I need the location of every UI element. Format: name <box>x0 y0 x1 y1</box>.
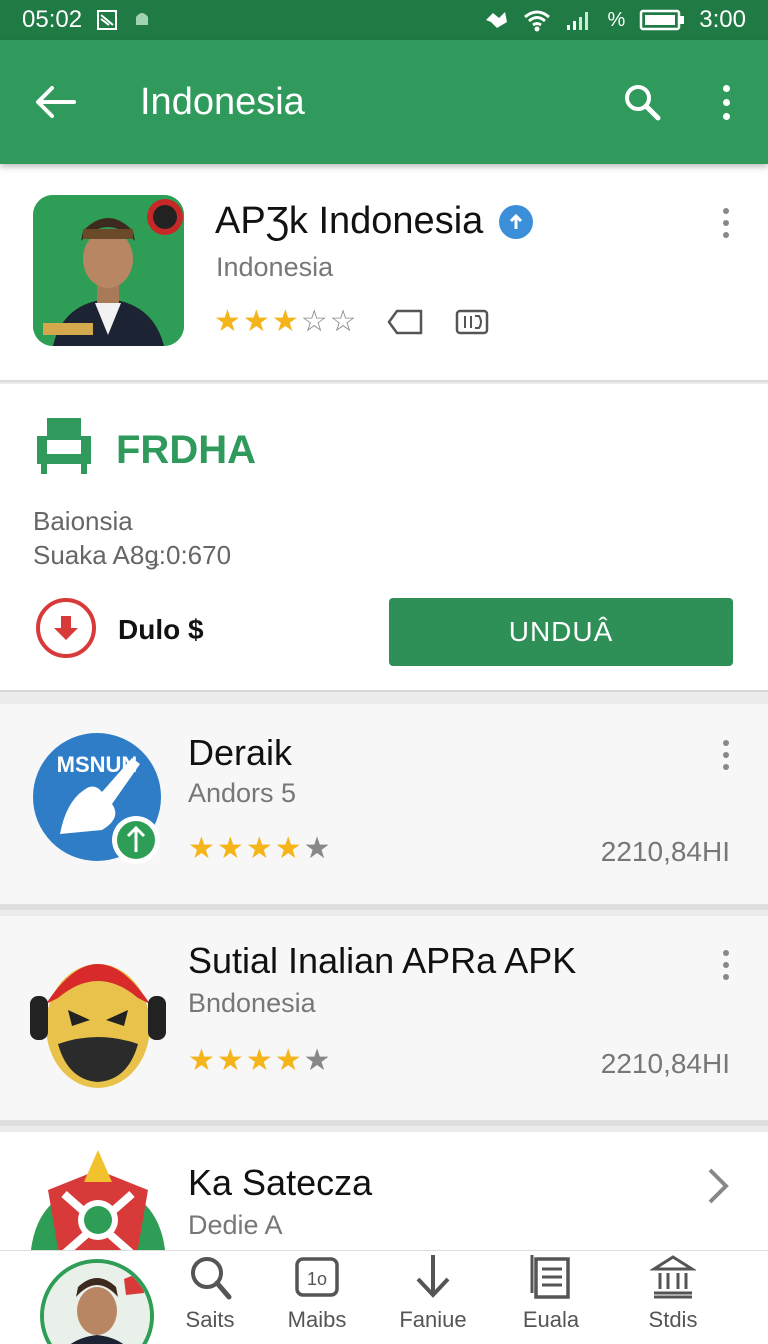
nav-label: Maibs <box>287 1307 347 1332</box>
percent-icon: % <box>607 8 626 31</box>
nav-label: Saits <box>185 1307 235 1332</box>
more-vertical-icon <box>714 84 738 120</box>
signal-icon <box>565 9 593 31</box>
download-card: FRDHA Baionsia Suaka A8ǥ:0:670 Dulo $ UN… <box>0 384 768 692</box>
profile-avatar[interactable] <box>40 1259 154 1344</box>
app-icon[interactable] <box>33 195 184 346</box>
app-bar: Indonesia <box>0 40 768 164</box>
star-empty-icon: ★ <box>303 832 331 865</box>
list-item-rating: ★ ★ ★ ★ ★ <box>188 1046 331 1076</box>
download-count: 2210,84HI <box>600 836 730 867</box>
nav-item-faniue[interactable]: Faniue <box>378 1251 488 1344</box>
item-more-button[interactable] <box>714 950 738 980</box>
app-name: APƷk Indonesia <box>215 200 484 242</box>
nav-item-euala[interactable]: Euala <box>496 1251 606 1344</box>
star-empty-icon: ★ <box>303 1044 331 1077</box>
app-header-card: APƷk Indonesia Indonesia ★ ★ ★ ☆ ☆ <box>0 164 768 382</box>
verified-badge-icon <box>499 204 534 239</box>
back-button[interactable] <box>0 40 112 164</box>
star-half-icon: ☆ <box>300 305 328 338</box>
star-icon: ★ <box>274 832 302 865</box>
download-button[interactable]: UNDUÂ <box>389 598 733 666</box>
nav-item-saits[interactable]: Saits <box>155 1251 265 1344</box>
bank-icon <box>650 1255 696 1299</box>
chair-icon <box>33 414 95 481</box>
list-item-subtitle: Andors 5 <box>188 778 297 808</box>
star-icon: ★ <box>245 1044 273 1077</box>
list-item-title: Sutial Inalian APRa APK <box>188 940 577 981</box>
download-arrow-icon[interactable] <box>36 598 96 658</box>
star-icon: ★ <box>214 305 241 338</box>
list-item-title: Ka Satecza <box>188 1162 373 1203</box>
app-icon: MSNUN <box>32 732 162 864</box>
list-item[interactable]: Sutial Inalian APRa APK Bndonesia ★ ★ ★ … <box>0 916 768 1126</box>
info-line-1: Baionsia <box>33 506 133 536</box>
star-icon: ★ <box>274 1044 302 1077</box>
header-rating: ★ ★ ★ ☆ ☆ <box>214 307 357 337</box>
nav-label: Euala <box>522 1307 580 1332</box>
download-arrow-icon <box>416 1255 450 1298</box>
bluetooth-icon <box>483 8 509 32</box>
arrow-left-icon <box>36 86 76 118</box>
list-item-rating: ★ ★ ★ ★ ★ <box>188 834 331 864</box>
status-time-right: 3:00 <box>699 6 746 33</box>
list-item[interactable]: Ka Satecza Dedie A <box>0 1132 768 1262</box>
list-icon <box>530 1255 570 1299</box>
svg-text:1o: 1o <box>307 1269 327 1289</box>
list-item-subtitle: Dedie A <box>188 1210 283 1240</box>
list-item-subtitle: Bndonesia <box>188 988 316 1018</box>
notification-icon <box>96 9 118 31</box>
nav-label: Stdis <box>648 1307 698 1332</box>
info-line-2: Suaka A8ǥ:0:670 <box>33 540 232 570</box>
overflow-menu-button[interactable] <box>684 40 768 164</box>
list-item[interactable]: MSNUN Deraik Andors 5 ★ ★ ★ ★ ★ 2210,84H… <box>0 704 768 910</box>
app-icon <box>28 934 168 1094</box>
tag-icon <box>386 308 425 336</box>
star-icon: ★ <box>245 832 273 865</box>
page-title: Indonesia <box>140 80 305 123</box>
brand-title: FRDHA <box>116 428 256 472</box>
search-button[interactable] <box>600 40 684 164</box>
wifi-icon <box>523 8 551 32</box>
status-bar: 05:02 % 3:00 <box>0 0 768 40</box>
android-icon <box>132 9 152 31</box>
bottom-navigation: Saits 1o Maibs Faniue Euala Stdis <box>0 1250 768 1344</box>
app-subtitle: Indonesia <box>216 252 334 282</box>
content-rating-icon <box>455 308 489 336</box>
price-label: Dulo $ <box>118 614 204 645</box>
star-icon: ★ <box>242 305 270 338</box>
search-icon <box>625 85 661 121</box>
star-icon: ★ <box>216 832 244 865</box>
star-icon: ★ <box>188 1044 215 1077</box>
download-count: 2210,84HI <box>600 1048 730 1079</box>
star-icon: ★ <box>271 305 299 338</box>
header-more-button[interactable] <box>714 208 738 238</box>
star-icon: ★ <box>216 1044 244 1077</box>
star-empty-icon: ☆ <box>329 305 357 338</box>
nav-label: Faniue <box>399 1307 467 1332</box>
search-icon <box>191 1257 232 1300</box>
nav-item-maibs[interactable]: 1o Maibs <box>262 1251 372 1344</box>
status-time-left: 05:02 <box>22 6 83 33</box>
battery-icon <box>639 8 685 32</box>
nav-item-stdis[interactable]: Stdis <box>618 1251 728 1344</box>
app-icon <box>28 1150 168 1260</box>
item-more-button[interactable] <box>714 740 738 770</box>
list-item-title: Deraik <box>188 732 293 773</box>
chevron-right-icon[interactable] <box>704 1166 732 1211</box>
star-icon: ★ <box>188 832 215 865</box>
badge-icon: 1o <box>295 1257 339 1297</box>
